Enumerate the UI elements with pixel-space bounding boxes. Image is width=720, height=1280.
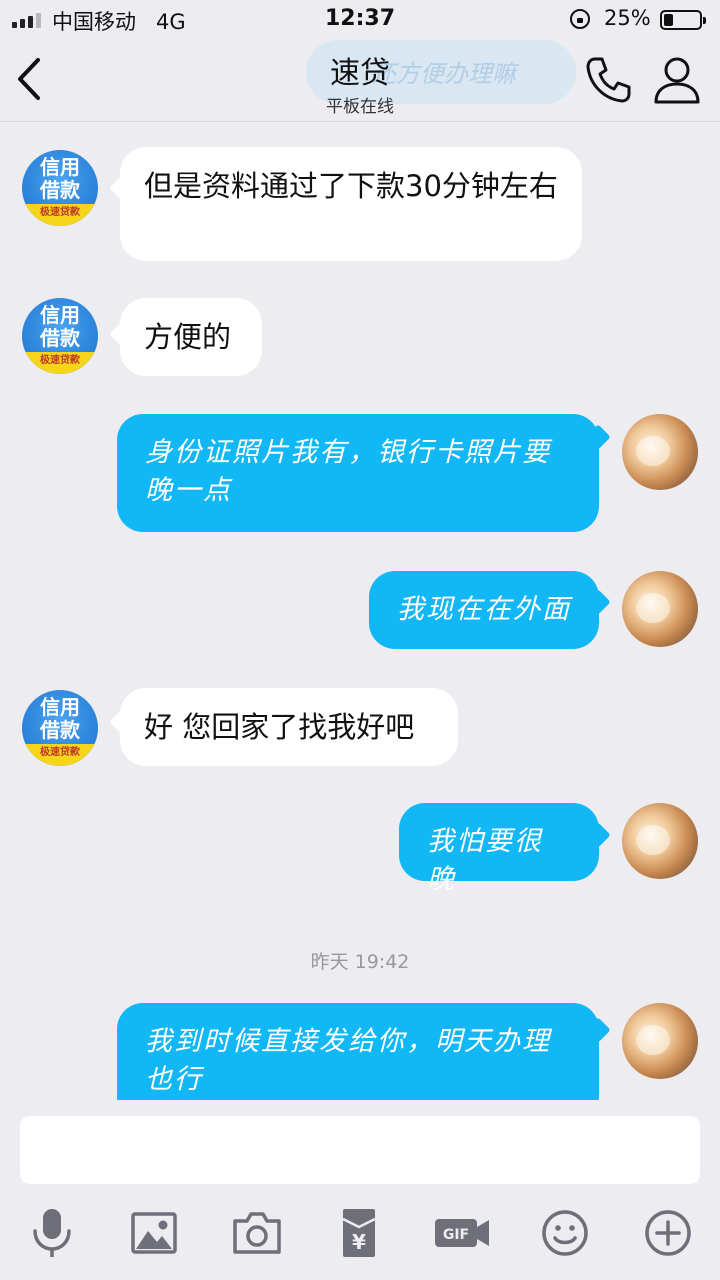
chat-header: 还方便办理嘛 速贷 平板在线 [0,40,720,122]
profile-icon[interactable] [652,54,702,106]
message-bubble-incoming[interactable]: 方便的 [120,298,262,376]
message-bubble-outgoing[interactable]: 我现在在外面 [369,571,599,649]
message-input[interactable] [20,1116,700,1184]
contact-avatar[interactable]: 信用 借款 极速贷款 [22,298,98,374]
avatar-text-line1: 信用 [40,155,80,179]
orientation-lock-icon [570,9,590,29]
image-icon[interactable] [126,1205,182,1261]
message-bubble-incoming[interactable]: 但是资料通过了下款30分钟左右 [120,147,582,261]
avatar-text-line2: 借款 [40,326,80,350]
red-packet-icon[interactable]: ¥ [331,1205,387,1261]
my-avatar[interactable] [622,803,698,879]
avatar-text-line1: 信用 [40,695,80,719]
contact-avatar[interactable]: 信用 借款 极速贷款 [22,150,98,226]
message-bubble-incoming[interactable]: 好 您回家了找我好吧 [120,688,458,766]
my-avatar[interactable] [622,1003,698,1079]
plus-icon[interactable] [640,1205,696,1261]
phone-icon[interactable] [582,54,634,106]
message-bubble-outgoing[interactable]: 我怕要很晚 [399,803,599,895]
camera-icon[interactable] [229,1205,285,1261]
battery-fill [664,14,673,26]
gif-label: GIF [443,1227,469,1243]
avatar-text-line2: 借款 [40,178,80,202]
emoji-icon[interactable] [537,1205,593,1261]
avatar-text-line1: 信用 [40,303,80,327]
my-avatar[interactable] [622,571,698,647]
svg-text:¥: ¥ [352,1230,366,1254]
avatar-tag: 极速贷款 [22,204,98,226]
avatar-tag: 极速贷款 [22,744,98,766]
battery-percent: 25% [604,6,651,30]
gif-icon[interactable]: GIF [432,1205,492,1261]
contact-avatar[interactable]: 信用 借款 极速贷款 [22,690,98,766]
avatar-tag: 极速贷款 [22,352,98,374]
message-timestamp: 昨天 19:42 [310,951,410,973]
avatar-text-line2: 借款 [40,718,80,742]
message-bubble-outgoing[interactable]: 身份证照片我有，银行卡照片要晚一点 [117,414,599,532]
status-bar: 中国移动 4G 12:37 25% [0,0,720,40]
microphone-icon[interactable] [24,1205,80,1261]
battery-icon [660,10,706,30]
my-avatar[interactable] [622,414,698,490]
